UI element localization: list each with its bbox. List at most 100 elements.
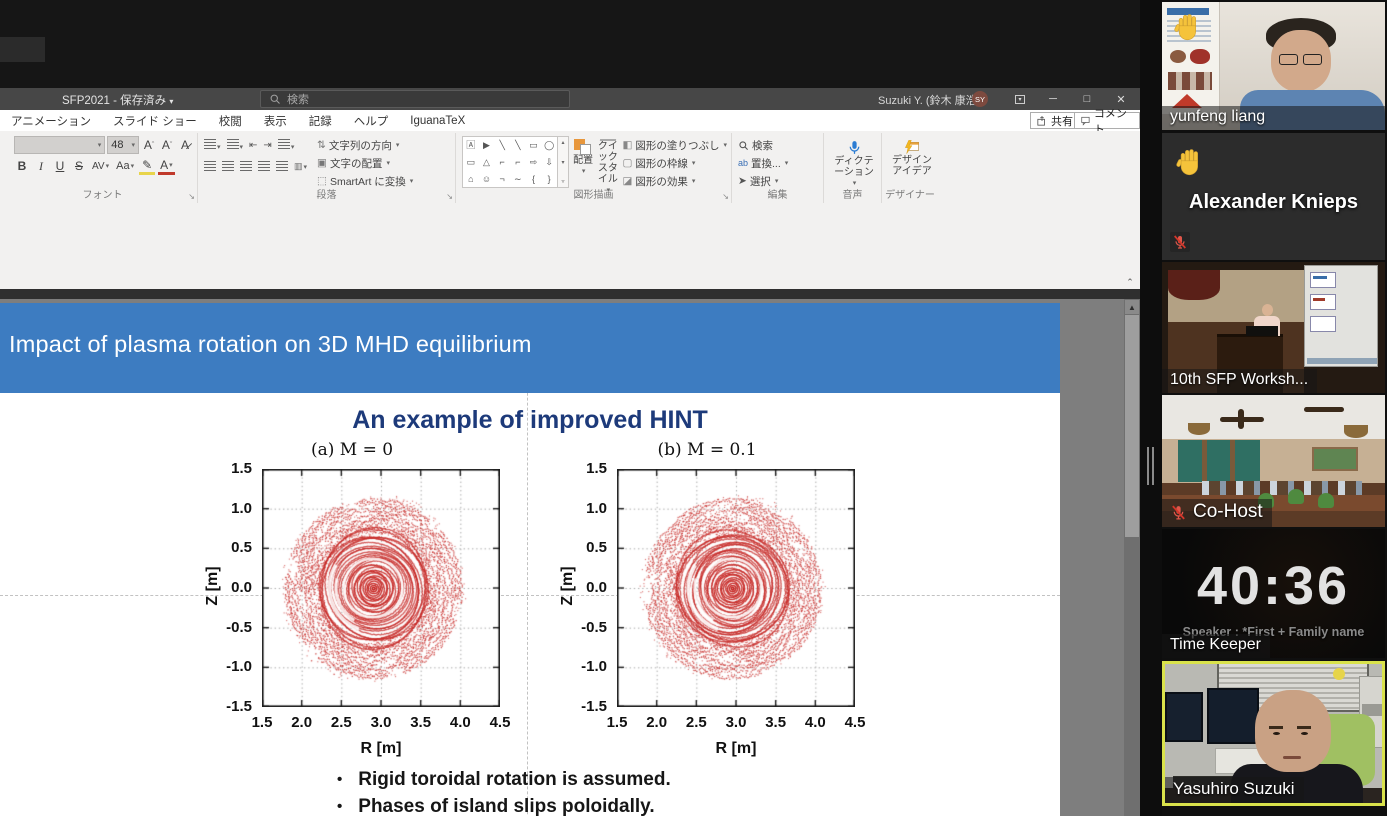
scene-painting	[1312, 447, 1358, 471]
underline-button[interactable]: U	[52, 157, 68, 175]
columns-button[interactable]: ▥▾	[294, 161, 307, 172]
shape-gallery[interactable]: 🄰▶╲╲▭◯ ▭△⌐⌐⇨⇩ ⌂☺¬∼{}	[462, 136, 558, 188]
scene-monitor	[1165, 692, 1203, 742]
vertical-scrollbar[interactable]: ▲ ▼	[1124, 299, 1140, 816]
find-button[interactable]: 検索	[738, 136, 819, 154]
ribbon-display-options-icon[interactable]: ▾	[1005, 88, 1035, 110]
scene-person-brow	[1297, 726, 1311, 729]
video-tile-yasuhiro-suzuki[interactable]: Yasuhiro Suzuki	[1162, 661, 1385, 806]
tab-animation[interactable]: アニメーション	[0, 110, 102, 131]
shape-outline-button[interactable]: ▢図形の枠線▾	[622, 154, 727, 172]
italic-button[interactable]: I	[33, 157, 49, 175]
scene-window-mullion	[1230, 440, 1235, 482]
collapse-ribbon-button[interactable]: ⌃	[1122, 278, 1138, 289]
desktop-window-fragment	[0, 37, 45, 62]
quick-styles-icon	[600, 139, 616, 141]
video-tile-yunfeng-liang[interactable]: yunfeng liang	[1162, 2, 1385, 130]
account-avatar[interactable]: SY	[972, 91, 988, 107]
shape-fill-button[interactable]: ◧図形の塗りつぶし▾	[622, 136, 727, 154]
scene-person-eye	[1273, 732, 1280, 735]
justify-button[interactable]	[258, 161, 270, 171]
tab-view[interactable]: 表示	[253, 110, 298, 131]
tab-review[interactable]: 校閲	[208, 110, 253, 131]
scrollbar-thumb[interactable]	[1125, 315, 1139, 537]
indent-button[interactable]: ⇥	[263, 140, 271, 151]
y-axis-tick-label: 0.5	[200, 539, 252, 556]
video-tile-time-keeper[interactable]: 40:36 Speaker : *First + Family name Tim…	[1162, 529, 1385, 658]
bold-button[interactable]: B	[14, 157, 30, 175]
panel-resize-handle[interactable]	[1145, 447, 1155, 485]
y-axis-tick-label: 1.5	[555, 460, 607, 477]
ribbon-group-editing: 検索 ab置換...▾ ➤選択▾ 編集	[732, 133, 824, 203]
x-axis-tick-label: 2.0	[282, 714, 322, 731]
video-tile-alexander-knieps[interactable]: Alexander Knieps	[1162, 133, 1385, 260]
slide-title: Impact of plasma rotation on 3D MHD equi…	[9, 331, 532, 358]
distribute-button[interactable]	[276, 161, 288, 171]
share-button[interactable]: 共有	[1030, 112, 1080, 129]
y-axis-tick-label: -1.5	[200, 698, 252, 715]
scene-chandelier	[1344, 425, 1368, 438]
clear-format-button[interactable]: A̷	[177, 136, 193, 154]
slide[interactable]: Impact of plasma rotation on 3D MHD equi…	[0, 303, 1060, 816]
comment-button[interactable]: コメント	[1074, 112, 1140, 129]
minimize-button[interactable]: ─	[1038, 88, 1068, 110]
align-left-button[interactable]	[204, 161, 216, 171]
change-case-button[interactable]: Aa▾	[114, 157, 136, 175]
strikethrough-button[interactable]: S	[71, 157, 87, 175]
outdent-button[interactable]: ⇤	[249, 140, 257, 151]
decrease-font-button[interactable]: Aˇ	[159, 136, 175, 154]
text-direction-button[interactable]: ⇅文字列の方向▾	[317, 136, 413, 154]
muted-mic-icon	[1170, 504, 1187, 521]
participant-name-label: Yasuhiro Suzuki	[1165, 777, 1304, 803]
increase-font-button[interactable]: Aˆ	[141, 136, 157, 154]
paragraph-dialog-launcher-icon[interactable]: ↘	[446, 192, 453, 201]
font-name-combo[interactable]: ▾	[14, 136, 105, 154]
scene-plant	[1318, 493, 1334, 508]
scene-monitor	[1207, 688, 1259, 744]
line-spacing-button[interactable]: ▾	[278, 136, 295, 154]
document-title[interactable]: SFP2021 - 保存済み ▾	[62, 92, 173, 108]
tab-slideshow[interactable]: スライド ショー	[102, 110, 208, 131]
search-input[interactable]: 検索	[260, 90, 570, 108]
numbering-button[interactable]: ▾	[227, 136, 244, 154]
tab-record[interactable]: 記録	[298, 110, 343, 131]
account-name[interactable]: Suzuki Y. (鈴木 康浩)	[878, 92, 980, 108]
scene-speaker-head	[1262, 304, 1273, 316]
video-tile-sfp-workshop[interactable]: 10th SFP Worksh...	[1162, 262, 1385, 393]
title-bar: SFP2021 - 保存済み ▾ 検索 Suzuki Y. (鈴木 康浩) SY…	[0, 88, 1140, 110]
drawing-dialog-launcher-icon[interactable]: ↘	[722, 192, 729, 201]
x-axis-tick-label: 3.0	[716, 714, 756, 731]
y-axis-tick-label: 0.5	[555, 539, 607, 556]
shape-gallery-scroll[interactable]: ▴▾▿	[558, 136, 569, 188]
x-axis-tick-label: 3.0	[361, 714, 401, 731]
y-axis-tick-label: 1.0	[555, 500, 607, 517]
scroll-up-button[interactable]: ▲	[1125, 300, 1139, 314]
align-text-button[interactable]: ▣文字の配置▾	[317, 154, 413, 172]
tab-help[interactable]: ヘルプ	[343, 110, 400, 131]
scene-person-glasses2	[1303, 54, 1322, 65]
font-dialog-launcher-icon[interactable]: ↘	[188, 192, 195, 201]
highlight-pen-button[interactable]: ✎	[139, 157, 155, 175]
align-center-button[interactable]	[222, 161, 234, 171]
font-color-button[interactable]: A▾	[158, 157, 175, 175]
participant-name-label: yunfeng liang	[1162, 106, 1385, 130]
char-spacing-button[interactable]: AV▾	[90, 157, 111, 175]
timer-display: 40:36	[1162, 555, 1385, 617]
y-axis-tick-label: 1.0	[200, 500, 252, 517]
raised-hand-icon	[1176, 147, 1206, 177]
muted-mic-icon	[1172, 234, 1188, 250]
video-tile-co-host[interactable]: Co-Host	[1162, 395, 1385, 527]
poincare-plot-canvas	[262, 469, 500, 707]
align-right-button[interactable]	[240, 161, 252, 171]
arrange-icon	[574, 139, 592, 155]
ribbon-group-voice: ディクテーション▾ 音声	[824, 133, 882, 203]
replace-button[interactable]: ab置換...▾	[738, 154, 819, 172]
font-size-combo[interactable]: 48▾	[107, 136, 139, 154]
powerpoint-window: SFP2021 - 保存済み ▾ 検索 Suzuki Y. (鈴木 康浩) SY…	[0, 88, 1140, 816]
y-axis-tick-label: -1.5	[555, 698, 607, 715]
bullets-button[interactable]: ▾	[204, 136, 221, 154]
tab-iguanatex[interactable]: IguanaTeX	[399, 110, 476, 131]
y-axis-tick-label: 1.5	[200, 460, 252, 477]
design-ideas-icon	[903, 139, 921, 155]
ribbon: ▾ 48▾ Aˆ Aˇ A̷ B I U S AV▾ Aa▾ ✎ A	[0, 131, 1140, 289]
